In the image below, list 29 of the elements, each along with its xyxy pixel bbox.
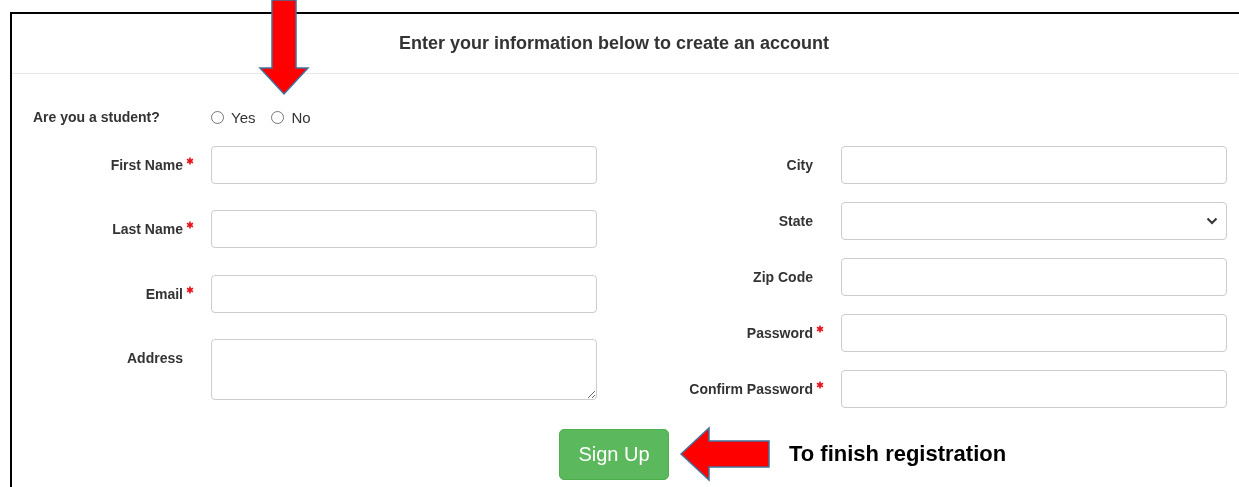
input-field[interactable] [211, 210, 597, 249]
field-label: Confirm Password [689, 381, 813, 397]
sign-up-button[interactable]: Sign Up [559, 428, 669, 480]
radio-label: Yes [231, 108, 256, 126]
chevron-down-icon [1206, 217, 1218, 225]
field-label: Password [746, 325, 813, 341]
form-heading: Enter your information below to create an account [398, 33, 830, 54]
input-field[interactable] [841, 314, 1227, 352]
annotation-text: To finish registration [789, 441, 1007, 467]
field-label: First Name [110, 157, 183, 173]
field-label: Zip Code [753, 269, 813, 285]
radio-label: No [291, 108, 311, 126]
field-label: State [778, 213, 813, 229]
input-field[interactable] [841, 146, 1227, 184]
field-label: City [786, 157, 813, 173]
field-label: Address [126, 349, 183, 366]
field-label: Email [145, 285, 183, 302]
arrow-icon [679, 426, 771, 482]
question-label: Are you a student? [33, 109, 161, 125]
arrow-icon [258, 0, 310, 96]
address-field[interactable] [211, 338, 597, 400]
input-field[interactable] [211, 146, 597, 184]
radio-button[interactable] [211, 110, 224, 124]
select-field[interactable] [841, 202, 1227, 240]
input-field[interactable] [841, 258, 1227, 296]
field-label: Last Name [112, 221, 183, 238]
input-field[interactable] [841, 370, 1227, 408]
radio-button[interactable] [271, 110, 285, 124]
input-field[interactable] [211, 274, 597, 313]
